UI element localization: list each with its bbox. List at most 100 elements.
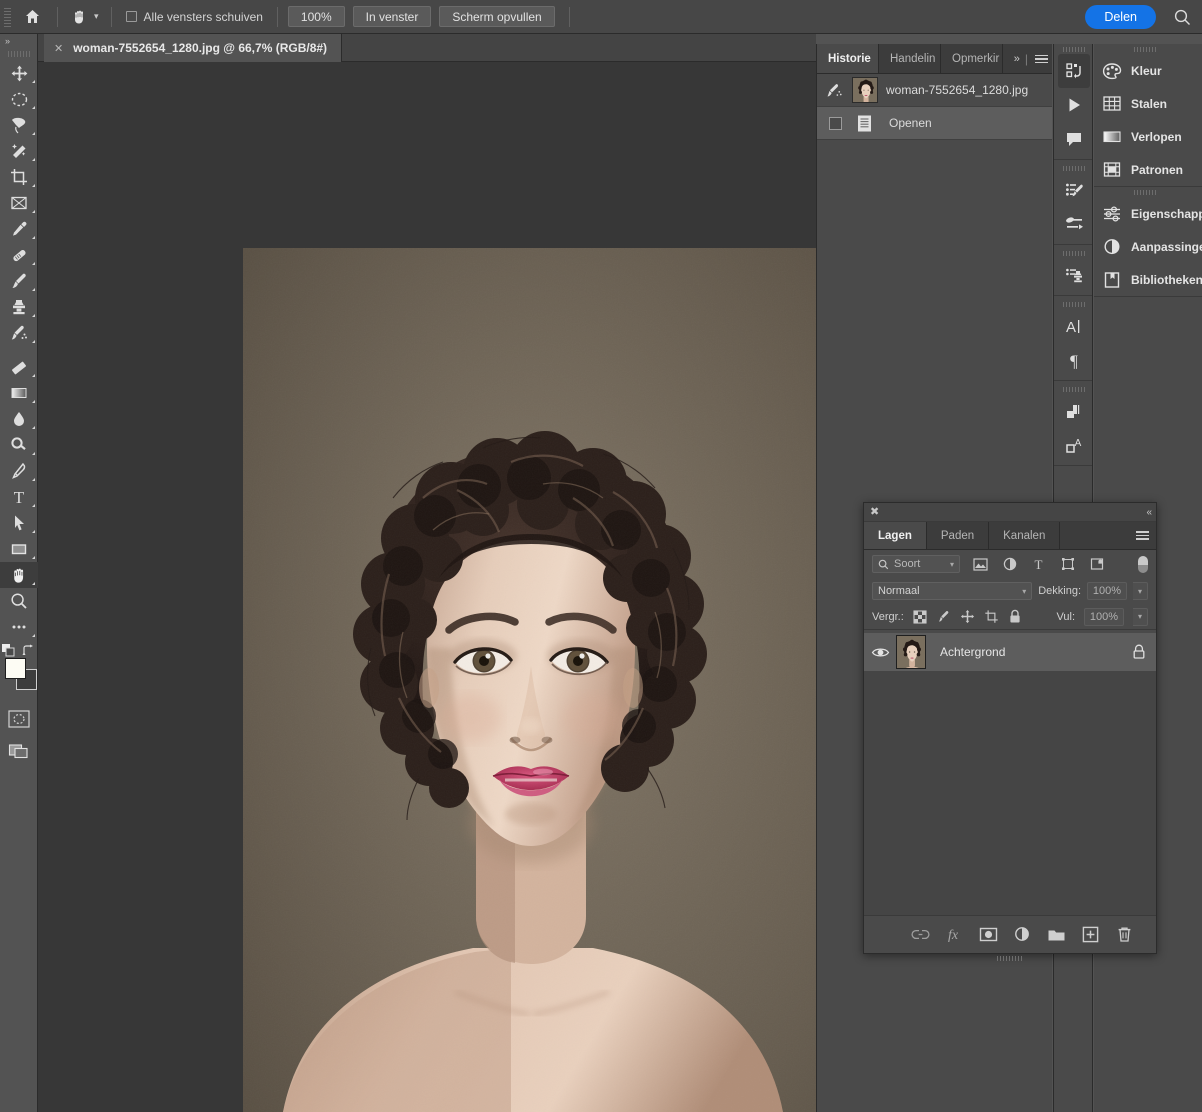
tab-paden[interactable]: Paden bbox=[927, 522, 990, 549]
dock-paragraph-styles-icon[interactable]: A bbox=[1054, 428, 1094, 462]
tab-historie[interactable]: Historie bbox=[817, 44, 879, 73]
filter-shape-icon[interactable] bbox=[1059, 557, 1076, 571]
layers-panel-titlebar[interactable]: ✖ « bbox=[864, 503, 1156, 522]
layer-mask-button[interactable] bbox=[978, 925, 998, 945]
zoom-100-button[interactable]: 100% bbox=[287, 6, 345, 27]
filter-adjustment-icon[interactable] bbox=[1001, 557, 1018, 571]
filter-text-icon[interactable]: T bbox=[1030, 557, 1047, 571]
toolbar-expand-button[interactable]: » bbox=[0, 34, 37, 48]
close-icon[interactable]: ✕ bbox=[54, 42, 63, 55]
dock-character-icon[interactable]: A bbox=[1054, 309, 1094, 343]
panel-menu-icon[interactable] bbox=[1136, 531, 1149, 540]
fit-in-window-button[interactable]: In venster bbox=[352, 6, 432, 27]
zoom-tool[interactable] bbox=[0, 588, 38, 614]
document-tab[interactable]: ✕ woman-7552654_1280.jpg @ 66,7% (RGB/8#… bbox=[44, 34, 343, 62]
eyedropper-tool[interactable] bbox=[0, 216, 38, 242]
edit-toolbar-button[interactable] bbox=[0, 614, 38, 640]
panel-bibliotheken[interactable]: Bibliotheken bbox=[1094, 263, 1202, 296]
dock-grip[interactable] bbox=[1054, 299, 1092, 309]
dock-actions-icon[interactable] bbox=[1054, 88, 1094, 122]
dock-brushes-icon[interactable] bbox=[1054, 173, 1094, 207]
panel-eigenschappen[interactable]: Eigenschappen bbox=[1094, 197, 1202, 230]
lock-transparency-icon[interactable] bbox=[913, 609, 927, 624]
double-chevron-right-icon[interactable]: » bbox=[1014, 53, 1020, 65]
type-tool[interactable]: T bbox=[0, 484, 38, 510]
dock-comments-icon[interactable] bbox=[1054, 122, 1094, 156]
blend-mode-select[interactable]: Normaal ▾ bbox=[872, 582, 1033, 600]
layers-panel-resize-grip[interactable] bbox=[864, 954, 1156, 962]
fill-value[interactable]: 100% bbox=[1084, 607, 1124, 626]
fill-stepper[interactable]: ▾ bbox=[1133, 607, 1148, 626]
options-bar-grip[interactable] bbox=[3, 5, 13, 28]
layer-achtergrond[interactable]: Achtergrond bbox=[864, 633, 1156, 671]
panel-kleur[interactable]: Kleur bbox=[1094, 54, 1202, 87]
dock-paragraph-icon[interactable]: ¶ bbox=[1054, 343, 1094, 377]
swap-colors-icon[interactable] bbox=[22, 644, 35, 657]
fill-screen-button[interactable]: Scherm opvullen bbox=[439, 6, 555, 27]
dodge-tool[interactable] bbox=[0, 432, 38, 458]
opacity-value[interactable]: 100% bbox=[1087, 582, 1127, 600]
history-state-checkbox[interactable] bbox=[829, 116, 842, 130]
blur-tool[interactable] bbox=[0, 406, 38, 432]
foreground-color-swatch[interactable] bbox=[5, 658, 26, 679]
filter-pixel-icon[interactable] bbox=[972, 557, 989, 571]
right-dock-grip[interactable] bbox=[1094, 44, 1202, 54]
new-layer-button[interactable] bbox=[1080, 925, 1100, 945]
filter-toggle-switch[interactable] bbox=[1138, 555, 1148, 573]
brush-tool[interactable] bbox=[0, 268, 38, 294]
history-state-openen[interactable]: Openen bbox=[817, 107, 1052, 140]
double-chevron-left-icon[interactable]: « bbox=[1146, 507, 1151, 518]
panel-patronen[interactable]: Patronen bbox=[1094, 153, 1202, 186]
layer-visibility-toggle[interactable] bbox=[864, 646, 896, 659]
history-brush-tool[interactable] bbox=[0, 320, 38, 346]
path-selection-tool[interactable] bbox=[0, 510, 38, 536]
image-canvas[interactable] bbox=[243, 248, 816, 1112]
chevron-down-icon[interactable]: ▾ bbox=[94, 12, 99, 21]
delete-layer-button[interactable] bbox=[1114, 925, 1134, 945]
lasso-tool[interactable] bbox=[0, 112, 38, 138]
tab-lagen[interactable]: Lagen bbox=[864, 522, 927, 549]
tab-opmerkingen[interactable]: Opmerkir bbox=[941, 44, 1003, 73]
marquee-tool[interactable] bbox=[0, 86, 38, 112]
screen-mode-button[interactable] bbox=[0, 734, 38, 768]
dock-history-icon[interactable] bbox=[1058, 54, 1090, 88]
tab-handelingen[interactable]: Handelin bbox=[879, 44, 941, 73]
clone-stamp-tool[interactable] bbox=[0, 294, 38, 320]
pen-tool[interactable] bbox=[0, 458, 38, 484]
lock-position-icon[interactable] bbox=[960, 609, 975, 624]
scroll-all-windows-checkbox[interactable]: Alle vensters schuiven bbox=[118, 0, 271, 34]
dock-brush-settings-icon[interactable] bbox=[1054, 207, 1094, 241]
lock-nesting-icon[interactable] bbox=[984, 609, 999, 624]
share-button[interactable]: Delen bbox=[1085, 5, 1156, 29]
toolbar-grip[interactable] bbox=[0, 48, 37, 60]
crop-tool[interactable] bbox=[0, 164, 38, 190]
hand-tool[interactable] bbox=[0, 562, 38, 588]
tab-kanalen[interactable]: Kanalen bbox=[989, 522, 1061, 549]
quick-selection-tool[interactable] bbox=[0, 138, 38, 164]
chevron-down-icon[interactable]: ▾ bbox=[950, 560, 954, 569]
filter-smart-icon[interactable] bbox=[1088, 557, 1105, 571]
right-dock-grip[interactable] bbox=[1094, 187, 1202, 197]
active-tool-indicator[interactable]: ▾ bbox=[64, 0, 105, 34]
link-layers-button[interactable] bbox=[910, 925, 930, 945]
dock-clone-source-icon[interactable] bbox=[1054, 258, 1094, 292]
history-snapshot-row[interactable]: woman-7552654_1280.jpg bbox=[817, 74, 1052, 107]
home-button[interactable] bbox=[13, 0, 51, 34]
close-icon[interactable]: ✖ bbox=[870, 506, 879, 518]
healing-brush-tool[interactable] bbox=[0, 242, 38, 268]
layer-styles-button[interactable]: fx bbox=[944, 925, 964, 945]
dock-grip[interactable] bbox=[1054, 163, 1092, 173]
eraser-tool[interactable] bbox=[0, 354, 38, 380]
panel-aanpassingen[interactable]: Aanpassingen bbox=[1094, 230, 1202, 263]
panel-stalen[interactable]: Stalen bbox=[1094, 87, 1202, 120]
panel-verlopen[interactable]: Verlopen bbox=[1094, 120, 1202, 153]
dock-character-styles-icon[interactable] bbox=[1054, 394, 1094, 428]
lock-image-icon[interactable] bbox=[936, 609, 951, 624]
rectangle-tool[interactable] bbox=[0, 536, 38, 562]
canvas-area[interactable] bbox=[38, 62, 816, 1112]
default-colors-icon[interactable] bbox=[2, 644, 16, 658]
dock-grip[interactable] bbox=[1054, 248, 1092, 258]
new-group-button[interactable] bbox=[1046, 925, 1066, 945]
layer-filter-select[interactable]: Soort ▾ bbox=[872, 555, 960, 573]
search-button[interactable] bbox=[1173, 8, 1192, 27]
